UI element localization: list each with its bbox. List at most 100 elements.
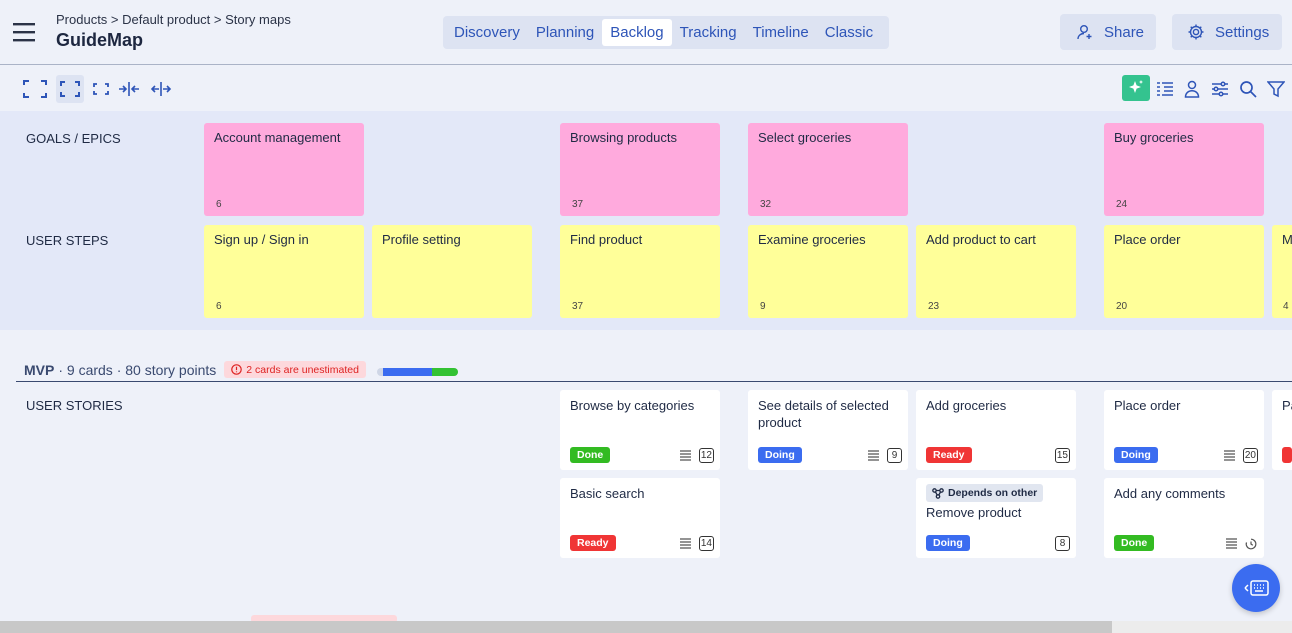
list-view-icon[interactable] (1151, 75, 1179, 103)
expand-all-icon[interactable] (21, 75, 49, 103)
description-icon (679, 537, 692, 549)
story-card[interactable]: Add any comments Done (1104, 478, 1264, 558)
goal-card[interactable]: Buy groceries 24 (1104, 123, 1264, 216)
hamburger-menu-icon[interactable] (12, 20, 36, 44)
status-badge[interactable]: Doing (926, 535, 970, 551)
keyboard-shortcuts-button[interactable] (1232, 564, 1280, 612)
unestimated-warning[interactable]: 2 cards are unestimated (224, 361, 366, 378)
step-card[interactable]: Examine groceries 9 (748, 225, 908, 318)
card-count: 37 (572, 199, 584, 210)
card-title: Select groceries (758, 130, 852, 145)
story-card[interactable]: Browse by categories Done 12 (560, 390, 720, 470)
breadcrumb[interactable]: Products > Default product > Story maps (56, 12, 291, 27)
status-badge[interactable]: Doing (758, 447, 802, 463)
story-title: Browse by categories (570, 398, 695, 413)
status-badge[interactable]: Done (1114, 535, 1155, 551)
estimate-pending-icon[interactable] (1245, 538, 1257, 550)
story-card[interactable]: Pa (1272, 390, 1292, 470)
user-filter-icon[interactable] (1178, 75, 1206, 103)
tab-discovery[interactable]: Discovery (446, 19, 528, 46)
display-settings-icon[interactable] (1206, 75, 1234, 103)
story-title: Add any comments (1114, 486, 1226, 501)
status-badge[interactable]: Done (570, 447, 611, 463)
goal-card[interactable]: Select groceries 32 (748, 123, 908, 216)
card-title: Examine groceries (758, 232, 866, 247)
status-badge[interactable]: Doing (1114, 447, 1158, 463)
expand-columns-icon[interactable] (147, 75, 175, 103)
card-count: 37 (572, 301, 584, 312)
alert-circle-icon (231, 364, 243, 375)
story-points[interactable]: 9 (887, 448, 902, 463)
release-header[interactable]: MVP · 9 cards · 80 story points 2 cards … (24, 361, 366, 378)
story-map-backbone: GOALS / EPICS USER STEPS Account managem… (0, 111, 1292, 330)
ai-assistant-icon[interactable] (1122, 75, 1150, 101)
step-card[interactable]: Profile setting (372, 225, 532, 318)
share-button[interactable]: Share (1060, 14, 1156, 50)
dependency-tag[interactable]: Depends on other (926, 484, 1044, 502)
search-icon[interactable] (1234, 75, 1262, 103)
status-badge[interactable] (1282, 447, 1292, 463)
horizontal-scrollbar[interactable] (0, 621, 1112, 633)
tab-planning[interactable]: Planning (528, 19, 602, 46)
progress-done-segment (432, 368, 458, 376)
card-count: 24 (1116, 199, 1128, 210)
tab-tracking[interactable]: Tracking (672, 19, 745, 46)
goal-card[interactable]: Account management 6 (204, 123, 364, 216)
story-card[interactable]: See details of selected product Doing 9 (748, 390, 908, 470)
add-user-icon (1076, 23, 1094, 41)
story-card[interactable]: Place order Doing 20 (1104, 390, 1264, 470)
story-card[interactable]: Depends on other Remove product Doing 8 (916, 478, 1076, 558)
step-card[interactable]: M 4 (1272, 225, 1292, 318)
status-badge[interactable]: Ready (926, 447, 972, 463)
card-title: Browsing products (570, 130, 677, 145)
filter-icon[interactable] (1262, 75, 1290, 103)
page-title: GuideMap (56, 30, 144, 50)
story-card[interactable]: Basic search Ready 14 (560, 478, 720, 558)
description-icon (679, 449, 692, 461)
story-points[interactable]: 12 (698, 448, 714, 463)
card-count: 20 (1116, 301, 1128, 312)
settings-label: Settings (1215, 23, 1270, 41)
dependency-label: Depends on other (948, 486, 1038, 499)
settings-button[interactable]: Settings (1172, 14, 1282, 50)
step-card[interactable]: Find product 37 (560, 225, 720, 318)
story-points[interactable]: 20 (1242, 448, 1258, 463)
story-title: See details of selected product (758, 398, 889, 430)
card-title: Buy groceries (1114, 130, 1194, 145)
card-count: 23 (928, 301, 940, 312)
tab-classic[interactable]: Classic (817, 19, 881, 46)
description-icon (1223, 449, 1236, 461)
story-points[interactable]: 14 (698, 536, 714, 551)
story-card[interactable]: Add groceries Ready 15 (916, 390, 1076, 470)
scrollbar-track (1112, 621, 1292, 633)
card-title: Account management (214, 130, 341, 145)
release-progress-bar (377, 368, 458, 376)
status-badge[interactable]: Ready (570, 535, 616, 551)
step-card[interactable]: Sign up / Sign in 6 (204, 225, 364, 318)
view-tabs: Discovery Planning Backlog Tracking Time… (443, 16, 889, 49)
card-title: Profile setting (382, 232, 461, 247)
card-count: 6 (216, 301, 222, 312)
card-title: Sign up / Sign in (214, 232, 309, 247)
card-count: 32 (760, 199, 772, 210)
step-card[interactable]: Add product to cart 23 (916, 225, 1076, 318)
card-title: Add product to cart (926, 232, 1036, 247)
card-count: 6 (216, 199, 222, 210)
compact-view-icon[interactable] (56, 75, 84, 103)
small-view-icon[interactable] (87, 75, 115, 103)
dependency-icon (932, 487, 944, 499)
story-points[interactable]: 8 (1055, 536, 1070, 551)
tab-backlog[interactable]: Backlog (602, 19, 672, 46)
collapse-columns-icon[interactable] (115, 75, 143, 103)
steps-row-label: USER STEPS (26, 233, 109, 248)
story-title: Place order (1114, 398, 1181, 413)
header: Products > Default product > Story maps … (0, 0, 1292, 65)
goal-card[interactable]: Browsing products 37 (560, 123, 720, 216)
story-title: Remove product (926, 505, 1022, 520)
tab-timeline[interactable]: Timeline (745, 19, 817, 46)
gear-icon (1187, 23, 1205, 41)
story-points[interactable]: 15 (1054, 448, 1070, 463)
step-card[interactable]: Place order 20 (1104, 225, 1264, 318)
card-title: Place order (1114, 232, 1181, 247)
release-divider (16, 381, 1292, 382)
